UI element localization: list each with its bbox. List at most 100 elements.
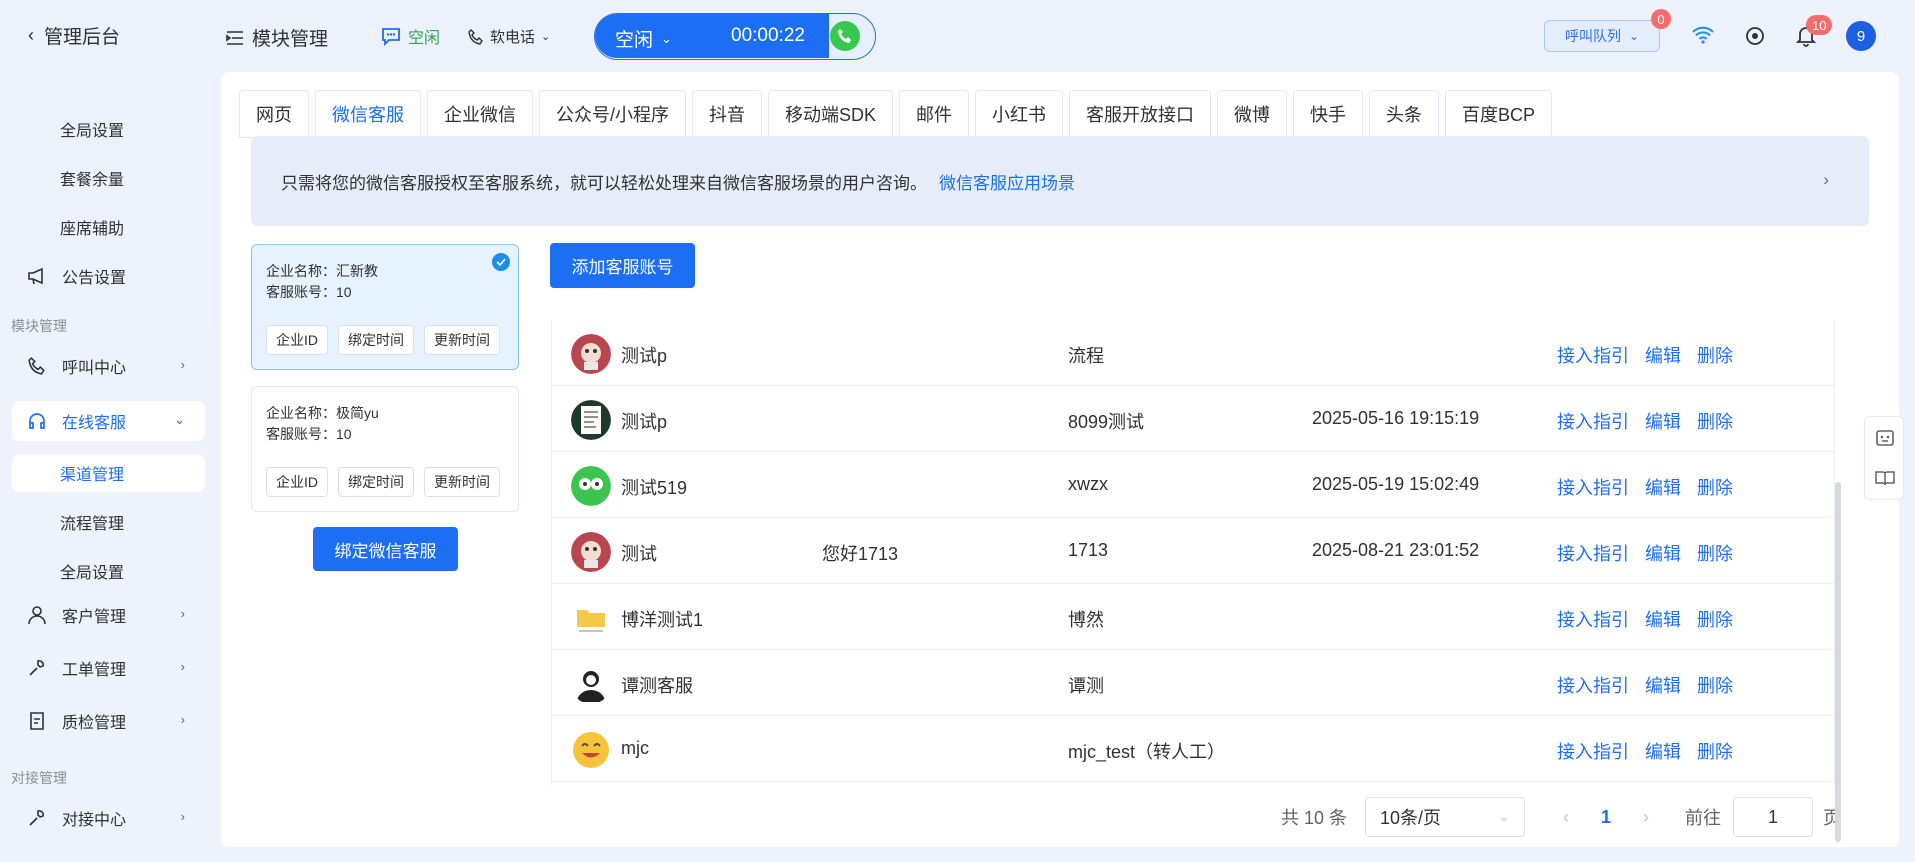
tab-kuaishou[interactable]: 快手 — [1293, 90, 1364, 138]
tab-wecom[interactable]: 企业微信 — [427, 90, 533, 138]
sync-icon[interactable] — [1742, 23, 1768, 49]
sidebar-item-channel-management[interactable]: 渠道管理 — [12, 454, 205, 492]
user-avatar[interactable]: 9 — [1846, 21, 1876, 51]
sidebar-item-global-settings[interactable]: 全局设置 — [60, 117, 124, 141]
add-service-account-button[interactable]: 添加客服账号 — [550, 243, 695, 288]
bind-wechat-service-button[interactable]: 绑定微信客服 — [313, 527, 458, 571]
sidebar-item-online-global-settings[interactable]: 全局设置 — [60, 559, 124, 583]
access-guide-link[interactable]: 接入指引 — [1557, 540, 1629, 566]
tab-web[interactable]: 网页 — [239, 90, 309, 138]
table-scrollbar[interactable] — [1835, 482, 1841, 842]
sidebar-item-customer[interactable]: 客户管理 › — [12, 595, 205, 635]
tab-douyin[interactable]: 抖音 — [692, 90, 763, 138]
page-size-select[interactable]: 10条/页 ⌄ — [1365, 797, 1526, 837]
avatar — [571, 334, 611, 374]
flow-name: 谭测 — [1068, 676, 1104, 696]
avatar — [571, 598, 611, 638]
access-guide-link[interactable]: 接入指引 — [1557, 606, 1629, 632]
edit-link[interactable]: 编辑 — [1645, 474, 1681, 500]
row-actions: 接入指引 编辑 删除 — [1557, 408, 1733, 434]
enterprise-id-button[interactable]: 企业ID — [266, 325, 328, 355]
prev-page-button[interactable]: ‹ — [1563, 807, 1569, 828]
back-label: 管理后台 — [44, 27, 121, 48]
module-title-label: 模块管理 — [252, 29, 329, 50]
call-state-dropdown[interactable]: 空闲 ⌄ — [615, 25, 672, 52]
wifi-icon[interactable] — [1690, 22, 1716, 48]
delete-link[interactable]: 删除 — [1697, 540, 1733, 566]
edit-link[interactable]: 编辑 — [1645, 672, 1681, 698]
delete-link[interactable]: 删除 — [1697, 474, 1733, 500]
edit-link[interactable]: 编辑 — [1645, 738, 1681, 764]
bind-time-button[interactable]: 绑定时间 — [338, 467, 414, 497]
enterprise-actions: 企业ID 绑定时间 更新时间 — [266, 325, 500, 355]
sidebar-item-online-service[interactable]: 在线客服 ⌄ — [12, 401, 205, 441]
tab-wechat-service[interactable]: 微信客服 — [315, 90, 421, 138]
delete-link[interactable]: 删除 — [1697, 738, 1733, 764]
enterprise-id-button[interactable]: 企业ID — [266, 467, 328, 497]
soft-phone-label: 软电话 — [490, 29, 536, 46]
tab-xiaohongshu[interactable]: 小红书 — [975, 90, 1064, 138]
sidebar-label: 工单管理 — [62, 662, 127, 679]
edit-link[interactable]: 编辑 — [1645, 540, 1681, 566]
delete-link[interactable]: 删除 — [1697, 342, 1733, 368]
chevron-right-icon: › — [180, 357, 185, 372]
delete-link[interactable]: 删除 — [1697, 672, 1733, 698]
bind-time-button[interactable]: 绑定时间 — [338, 325, 414, 355]
robot-icon[interactable] — [1874, 427, 1896, 449]
edit-link[interactable]: 编辑 — [1645, 342, 1681, 368]
account-name: 谭测客服 — [621, 676, 693, 696]
sidebar-label: 对接中心 — [62, 812, 127, 829]
sidebar-item-announcement[interactable]: 公告设置 — [12, 256, 205, 296]
next-page-button[interactable]: › — [1643, 807, 1649, 828]
access-guide-link[interactable]: 接入指引 — [1557, 408, 1629, 434]
update-time-button[interactable]: 更新时间 — [424, 325, 500, 355]
page-number-current[interactable]: 1 — [1601, 807, 1611, 828]
access-guide-link[interactable]: 接入指引 — [1557, 738, 1629, 764]
clipboard-check-icon — [26, 710, 48, 732]
module-management-title[interactable]: 模块管理 — [226, 24, 328, 51]
access-guide-link[interactable]: 接入指引 — [1557, 474, 1629, 500]
row-actions: 接入指引 编辑 删除 — [1557, 540, 1733, 566]
flow-name: 流程 — [1068, 346, 1104, 366]
account-name: 博洋测试1 — [621, 610, 704, 630]
sidebar-group-module: 模块管理 — [11, 318, 67, 334]
goto-page-input[interactable]: 1 — [1733, 797, 1814, 837]
access-guide-link[interactable]: 接入指引 — [1557, 672, 1629, 698]
sidebar-label: 客户管理 — [62, 609, 127, 626]
delete-link[interactable]: 删除 — [1697, 408, 1733, 434]
sidebar-item-integration-center[interactable]: 对接中心 › — [12, 798, 205, 838]
sidebar-item-plan-balance[interactable]: 套餐余量 — [60, 166, 124, 190]
avatar — [571, 664, 611, 704]
sidebar-item-call-center[interactable]: 呼叫中心 › — [12, 346, 205, 386]
channel-tabs: 网页 微信客服 企业微信 公众号/小程序 抖音 移动端SDK 邮件 小红书 客服… — [239, 90, 1553, 138]
answer-call-button[interactable] — [830, 21, 860, 51]
tab-toutiao[interactable]: 头条 — [1369, 90, 1440, 138]
tab-mobile-sdk[interactable]: 移动端SDK — [768, 90, 894, 138]
tab-open-api[interactable]: 客服开放接口 — [1069, 90, 1212, 138]
sidebar-item-quality[interactable]: 质检管理 › — [12, 701, 205, 741]
tab-email[interactable]: 邮件 — [899, 90, 970, 138]
book-icon[interactable] — [1874, 467, 1896, 489]
update-time-button[interactable]: 更新时间 — [424, 467, 500, 497]
edit-link[interactable]: 编辑 — [1645, 408, 1681, 434]
sidebar-item-ticket[interactable]: 工单管理 › — [12, 648, 205, 688]
access-guide-link[interactable]: 接入指引 — [1557, 342, 1629, 368]
tab-weibo[interactable]: 微博 — [1217, 90, 1288, 138]
enterprise-card[interactable]: 企业名称：汇新教 客服账号：10 企业ID 绑定时间 更新时间 — [251, 244, 519, 370]
agent-status-toggle[interactable]: 空闲 — [380, 24, 440, 48]
enterprise-card[interactable]: 企业名称：极简yu 客服账号：10 企业ID 绑定时间 更新时间 — [251, 386, 519, 512]
delete-link[interactable]: 删除 — [1697, 606, 1733, 632]
edit-link[interactable]: 编辑 — [1645, 606, 1681, 632]
back-to-admin-link[interactable]: ‹ 管理后台 — [28, 22, 120, 49]
chevron-right-icon[interactable]: › — [1823, 170, 1829, 190]
call-queue-dropdown[interactable]: 呼叫队列 ⌄ — [1544, 20, 1660, 52]
sidebar-item-seat-assist[interactable]: 座席辅助 — [60, 215, 124, 239]
tab-official-account[interactable]: 公众号/小程序 — [539, 90, 687, 138]
sidebar-item-flow-management[interactable]: 流程管理 — [60, 510, 124, 534]
chevron-down-icon: ⌄ — [541, 31, 551, 43]
tab-baidu-bcp[interactable]: 百度BCP — [1445, 90, 1553, 138]
banner-scenario-link[interactable]: 微信客服应用场景 — [939, 169, 1075, 194]
row-actions: 接入指引 编辑 删除 — [1557, 672, 1733, 698]
row-actions: 接入指引 编辑 删除 — [1557, 738, 1733, 764]
soft-phone-dropdown[interactable]: 软电话 ⌄ — [468, 26, 550, 47]
